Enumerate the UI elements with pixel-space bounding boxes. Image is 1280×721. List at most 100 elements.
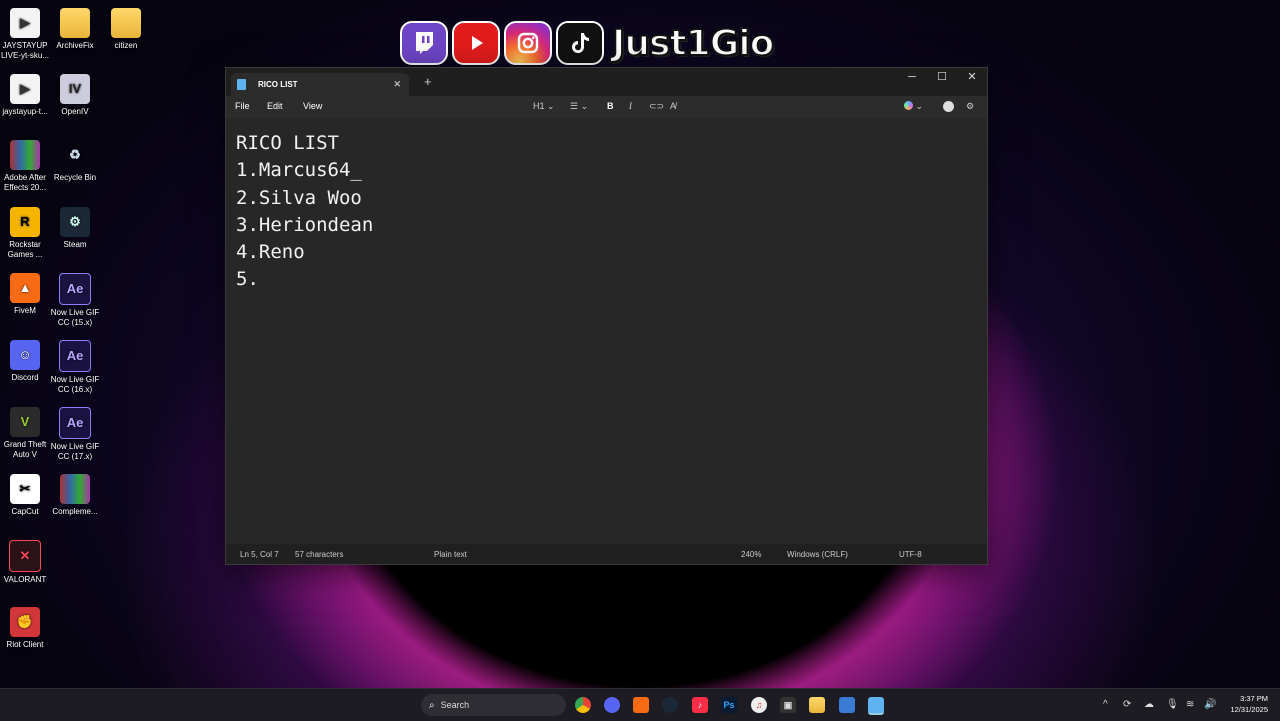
chrome-icon[interactable]	[575, 697, 591, 713]
desktop-icon-discord[interactable]: ☺ Discord	[0, 340, 50, 383]
taskbar: ⌕ Search ♪ Ps ♫ ▣ ^ ⟳ ☁ 🎙 ≋ 🔊 3:37 PM 12…	[0, 688, 1280, 721]
desktop-icon-riot-client[interactable]: ✊ Riot Client	[0, 607, 50, 650]
microphone-icon[interactable]: 🎙	[1166, 699, 1179, 710]
wifi-icon[interactable]: ≋	[1186, 699, 1194, 710]
photos-icon[interactable]	[839, 697, 855, 713]
sync-icon[interactable]: ⟳	[1123, 699, 1131, 710]
clear-formatting-button[interactable]: A̸	[670, 101, 676, 111]
steam-taskbar-icon[interactable]	[662, 697, 678, 713]
account-icon	[943, 101, 954, 112]
social-banner: Just1Gio	[400, 20, 775, 66]
encoding[interactable]: UTF-8	[899, 550, 922, 559]
text-mode[interactable]: Plain text	[434, 550, 467, 559]
editor-line: 5.	[236, 268, 259, 291]
list-icon: ☰	[570, 101, 579, 111]
copilot-button[interactable]: ⌄	[904, 101, 923, 112]
window-controls: ─ ☐ ✕	[897, 68, 987, 96]
search-icon: ⌕	[429, 699, 435, 711]
link-icon: ⊂⊃	[649, 101, 665, 111]
italic-icon: I	[629, 101, 632, 111]
desktop-icon-adobe-after-effects[interactable]: Adobe After Effects 20...	[0, 140, 50, 193]
start-button[interactable]	[396, 697, 413, 714]
chevron-down-icon: ⌄	[547, 101, 555, 111]
music-app-icon[interactable]: ♪	[692, 697, 708, 713]
minimize-button[interactable]: ─	[897, 68, 927, 96]
rockstar-icon: R	[10, 207, 40, 237]
list-button[interactable]: ☰ ⌄	[570, 101, 588, 112]
clear-formatting-icon: A̸	[670, 101, 677, 111]
notepad-taskbar-icon[interactable]	[868, 697, 884, 715]
zoom-level[interactable]: 240%	[741, 550, 761, 559]
desktop-icon-jaystayup-live[interactable]: ▶ JAYSTAYUP LIVE-yt-sku...	[0, 8, 50, 61]
cloud-icon[interactable]: ☁	[1144, 699, 1154, 710]
discord-taskbar-icon[interactable]	[604, 697, 620, 713]
status-bar: Ln 5, Col 7 57 characters Plain text 240…	[226, 544, 987, 564]
instagram-icon	[504, 21, 552, 65]
editor-line: RICO LIST	[236, 132, 339, 154]
account-button[interactable]	[943, 101, 954, 114]
close-tab-icon[interactable]: ✕	[393, 79, 401, 90]
desktop-icon-jaystayup-t[interactable]: ▶ jaystayup-t...	[0, 74, 50, 117]
chevron-up-icon[interactable]: ^	[1103, 699, 1108, 710]
channel-handle: Just1Gio	[611, 22, 775, 65]
menu-file[interactable]: File	[235, 101, 250, 111]
photoshop-icon[interactable]: Ps	[721, 697, 737, 713]
steam-icon: ⚙	[60, 207, 90, 237]
chevron-down-icon: ⌄	[580, 101, 589, 111]
desktop-icon-rockstar-games[interactable]: R Rockstar Games ...	[0, 207, 50, 260]
desktop-icon-openiv[interactable]: IV OpenIV	[50, 74, 100, 117]
close-window-button[interactable]: ✕	[957, 68, 987, 96]
desktop-icon-capcut[interactable]: ✂ CapCut	[0, 474, 50, 517]
italic-button[interactable]: I	[629, 101, 632, 111]
desktop-icon-recycle-bin[interactable]: ♻ Recycle Bin	[50, 140, 100, 183]
editor-line: 1.Marcus64_	[236, 159, 362, 182]
chevron-down-icon: ⌄	[915, 101, 924, 111]
heading-dropdown[interactable]: H1 ⌄	[533, 101, 555, 112]
text-editor[interactable]: RICO LIST 1.Marcus64_ 2.Silva Woo 3.Heri…	[226, 118, 987, 544]
menu-bar: File Edit View H1 ⌄ ☰ ⌄ B I ⊂⊃ A̸ ⌄ ⚙	[226, 96, 987, 118]
notepad-window[interactable]: RICO LIST ✕ + ─ ☐ ✕ File Edit View H1 ⌄ …	[225, 67, 988, 565]
title-bar[interactable]: RICO LIST ✕ + ─ ☐ ✕	[226, 68, 987, 96]
link-button[interactable]: ⊂⊃	[649, 101, 664, 112]
app-icon[interactable]: ▣	[780, 697, 796, 713]
desktop-icon-compleme[interactable]: Compleme...	[50, 474, 100, 517]
valorant-icon: ✕	[9, 540, 41, 572]
tab-title: RICO LIST	[258, 80, 298, 89]
itunes-icon[interactable]: ♫	[751, 697, 767, 713]
settings-button[interactable]: ⚙	[966, 101, 974, 112]
system-clock[interactable]: 3:37 PM 12/31/2025	[1230, 693, 1268, 715]
desktop-icon-now-live-gif-16[interactable]: Ae Now Live GIF CC (16.x)	[50, 340, 100, 395]
desktop-icon-now-live-gif-17[interactable]: Ae Now Live GIF CC (17.x)	[50, 407, 100, 462]
clock-time: 3:37 PM	[1240, 694, 1268, 703]
menu-edit[interactable]: Edit	[267, 101, 283, 111]
desktop-icon-now-live-gif-15[interactable]: Ae Now Live GIF CC (15.x)	[50, 273, 100, 328]
editor-line: 3.Heriondean	[236, 213, 374, 236]
volume-icon[interactable]: 🔊	[1204, 699, 1216, 710]
line-ending[interactable]: Windows (CRLF)	[787, 550, 848, 559]
desktop-icon-archivefix[interactable]: ArchiveFix	[50, 8, 100, 51]
capcut-icon: ✂	[10, 474, 40, 504]
desktop-icon-steam[interactable]: ⚙ Steam	[50, 207, 100, 250]
new-tab-button[interactable]: +	[424, 74, 432, 89]
recycle-bin-icon: ♻	[69, 147, 81, 162]
desktop-icon-citizen[interactable]: citizen	[101, 8, 151, 51]
editor-line: 4.Reno	[236, 241, 305, 264]
notepad-icon	[237, 79, 246, 90]
taskbar-search[interactable]: ⌕ Search	[421, 694, 566, 716]
openiv-icon: IV	[60, 74, 90, 104]
winrar-icon	[60, 474, 90, 504]
bold-button[interactable]: B	[607, 101, 614, 111]
heading-label: H1	[533, 101, 545, 111]
desktop-icon-gta-v[interactable]: V Grand Theft Auto V	[0, 407, 50, 460]
maximize-button[interactable]: ☐	[927, 68, 957, 96]
fivem-taskbar-icon[interactable]	[633, 697, 649, 713]
folder-icon	[111, 8, 141, 38]
fivem-icon: ▲	[10, 273, 40, 303]
desktop-icon-valorant[interactable]: ✕ VALORANT	[0, 540, 50, 585]
menu-view[interactable]: View	[303, 101, 322, 111]
copilot-icon	[904, 101, 913, 110]
desktop-icon-fivem[interactable]: ▲ FiveM	[0, 273, 50, 316]
tab-rico-list[interactable]: RICO LIST ✕	[231, 73, 409, 96]
after-effects-icon: Ae	[59, 340, 91, 372]
file-explorer-icon[interactable]	[809, 697, 825, 713]
